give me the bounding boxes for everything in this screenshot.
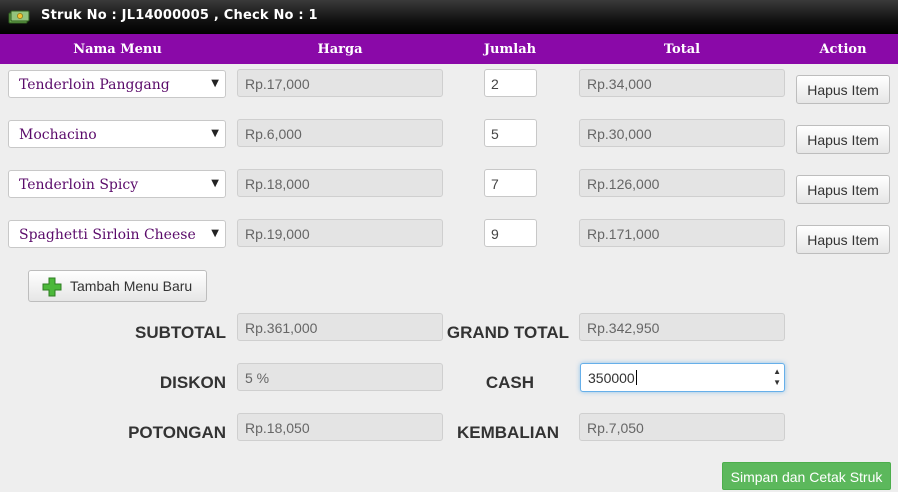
cash-value: 350000 [588, 370, 635, 386]
cash-input-value: 350000 [588, 370, 637, 386]
diskon-label: DISKON [159, 373, 226, 392]
menu-select[interactable]: Spaghetti Sirloin Cheese ▼ [8, 220, 226, 248]
total-field: Rp.34,000 [579, 69, 785, 97]
jumlah-value: 9 [491, 226, 499, 242]
menu-select[interactable]: Tenderloin Panggang ▼ [8, 70, 226, 98]
simpan-cetak-label: Simpan dan Cetak Struk [730, 469, 883, 485]
jumlah-value: 5 [491, 126, 499, 142]
title-bar: Struk No : JL14000005 , Check No : 1 [0, 0, 898, 34]
menu-select[interactable]: Tenderloin Spicy ▼ [8, 170, 226, 198]
harga-value: Rp.18,000 [245, 176, 310, 192]
col-jumlah: Jumlah [483, 42, 537, 57]
col-action: Action [819, 42, 867, 57]
dropdown-arrow-icon: ▼ [211, 128, 219, 139]
plus-icon [42, 277, 62, 297]
menu-select[interactable]: Mochacino ▼ [8, 120, 226, 148]
jumlah-input[interactable]: 2 [484, 69, 537, 97]
cash-label: CASH [485, 373, 534, 392]
tambah-menu-button[interactable]: Tambah Menu Baru [28, 270, 207, 302]
hapus-item-button[interactable]: Hapus Item [796, 125, 890, 154]
kembalian-value: Rp.7,050 [587, 420, 644, 436]
hapus-item-label: Hapus Item [807, 182, 879, 198]
col-total: Total [663, 42, 701, 57]
menu-select-value: Tenderloin Spicy [19, 177, 139, 193]
menu-select-value: Mochacino [19, 127, 97, 143]
grand-total-field: Rp.342,950 [579, 313, 785, 341]
dropdown-arrow-icon: ▼ [211, 78, 219, 89]
total-value: Rp.171,000 [587, 226, 660, 242]
jumlah-input[interactable]: 9 [484, 219, 537, 247]
money-icon [8, 10, 30, 24]
harga-field: Rp.17,000 [237, 69, 443, 97]
diskon-field: 5 % [237, 363, 443, 391]
total-value: Rp.34,000 [587, 76, 652, 92]
cash-input[interactable]: 350000 ▲ ▼ [580, 363, 785, 392]
menu-select-value: Spaghetti Sirloin Cheese [19, 227, 196, 243]
potongan-field: Rp.18,050 [237, 413, 443, 441]
jumlah-value: 7 [491, 176, 499, 192]
number-spinner[interactable]: ▲ ▼ [773, 366, 781, 388]
hapus-item-label: Hapus Item [807, 132, 879, 148]
total-field: Rp.171,000 [579, 219, 785, 247]
col-nama-menu: Nama Menu [73, 42, 162, 57]
text-caret [635, 370, 637, 385]
total-value: Rp.30,000 [587, 126, 652, 142]
column-header-bar: Nama Menu Harga Jumlah Total Action [0, 34, 898, 64]
col-harga: Harga [317, 42, 363, 57]
hapus-item-button[interactable]: Hapus Item [796, 225, 890, 254]
jumlah-input[interactable]: 5 [484, 119, 537, 147]
harga-value: Rp.6,000 [245, 126, 302, 142]
harga-field: Rp.18,000 [237, 169, 443, 197]
hapus-item-label: Hapus Item [807, 232, 879, 248]
diskon-value: 5 % [245, 370, 270, 386]
kembalian-label: KEMBALIAN [457, 423, 559, 442]
menu-select-value: Tenderloin Panggang [19, 77, 170, 93]
harga-field: Rp.6,000 [237, 119, 443, 147]
subtotal-field: Rp.361,000 [237, 313, 443, 341]
grand-total-value: Rp.342,950 [587, 320, 660, 336]
dropdown-arrow-icon: ▼ [211, 178, 219, 189]
total-field: Rp.30,000 [579, 119, 785, 147]
jumlah-value: 2 [491, 76, 499, 92]
harga-field: Rp.19,000 [237, 219, 443, 247]
tambah-menu-label: Tambah Menu Baru [70, 278, 193, 294]
kembalian-field: Rp.7,050 [579, 413, 785, 441]
receipt-title: Struk No : JL14000005 , Check No : 1 [41, 8, 318, 23]
subtotal-label: SUBTOTAL [135, 323, 226, 342]
dropdown-arrow-icon: ▼ [211, 228, 219, 239]
hapus-item-label: Hapus Item [807, 82, 879, 98]
hapus-item-button[interactable]: Hapus Item [796, 75, 890, 104]
jumlah-input[interactable]: 7 [484, 169, 537, 197]
hapus-item-button[interactable]: Hapus Item [796, 175, 890, 204]
grand-total-label: GRAND TOTAL [446, 323, 569, 342]
potongan-value: Rp.18,050 [245, 420, 310, 436]
total-field: Rp.126,000 [579, 169, 785, 197]
harga-value: Rp.19,000 [245, 226, 310, 242]
subtotal-value: Rp.361,000 [245, 320, 318, 336]
potongan-label: POTONGAN [128, 423, 226, 442]
harga-value: Rp.17,000 [245, 76, 310, 92]
simpan-cetak-button[interactable]: Simpan dan Cetak Struk [722, 462, 891, 490]
total-value: Rp.126,000 [587, 176, 660, 192]
